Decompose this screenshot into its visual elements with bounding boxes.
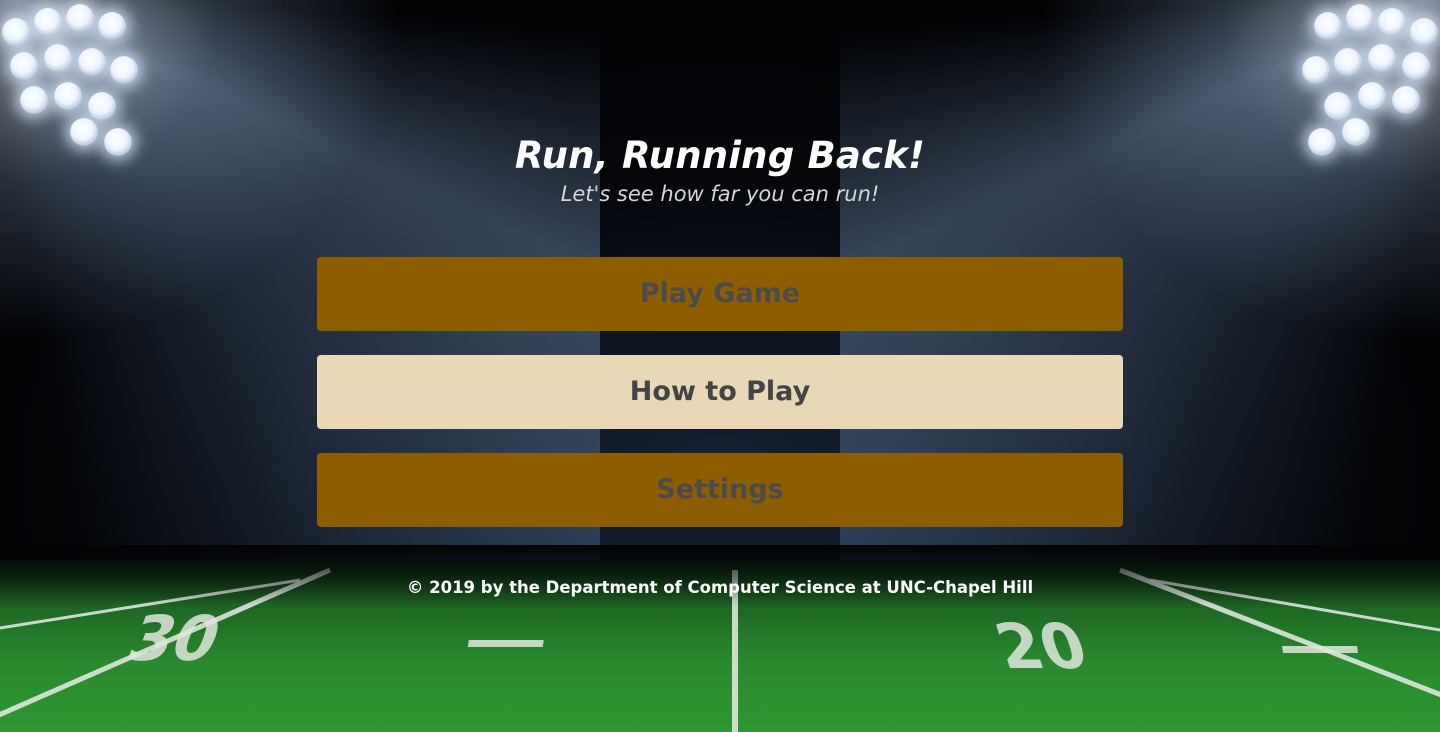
how-to-play-button[interactable]: How to Play (317, 355, 1123, 429)
copyright-text: © 2019 by the Department of Computer Sci… (406, 578, 1034, 597)
yard-number-20: 20 (987, 611, 1097, 683)
game-title: Run, Running Back! (514, 134, 926, 177)
yard-number-30: 30 (118, 604, 230, 676)
play-game-button[interactable]: Play Game (317, 257, 1123, 331)
settings-button[interactable]: Settings (317, 453, 1123, 527)
stadium-background: 30 20 Run, Running Back! Let's see how f… (0, 0, 1440, 732)
game-subtitle: Let's see how far you can run! (560, 182, 880, 206)
